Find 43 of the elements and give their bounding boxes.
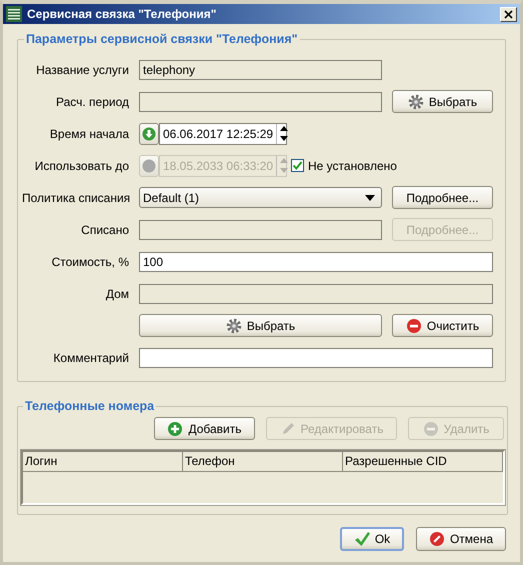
close-button[interactable] bbox=[500, 6, 517, 22]
dialog-button[interactable]: Ok bbox=[340, 527, 404, 551]
toolbar-button[interactable]: Добавить bbox=[154, 417, 255, 440]
check-icon bbox=[354, 531, 370, 547]
group-title: Телефонные номера bbox=[24, 399, 156, 413]
action-button[interactable]: Выбрать bbox=[139, 314, 382, 337]
datetime-field[interactable]: 06.06.2017 12:25:29 bbox=[159, 122, 287, 144]
field-label: Дом bbox=[104, 286, 129, 300]
field-label: Списано bbox=[80, 222, 129, 236]
minus-circle-icon bbox=[406, 318, 422, 334]
dropdown[interactable]: Default (1) bbox=[139, 187, 382, 208]
date-picker-button[interactable] bbox=[139, 122, 159, 144]
text-field[interactable] bbox=[139, 348, 493, 368]
column-header[interactable]: Логин bbox=[23, 452, 183, 472]
dialog-button[interactable]: Отмена bbox=[416, 527, 506, 551]
field-label: Использовать до bbox=[34, 158, 129, 172]
close-icon bbox=[504, 10, 513, 18]
caret-icon bbox=[365, 194, 375, 200]
text-field[interactable]: 100 bbox=[139, 252, 493, 272]
field-label: Стоимость, % bbox=[50, 254, 129, 268]
action-button[interactable]: Выбрать bbox=[392, 90, 493, 113]
minus-circle-icon bbox=[422, 420, 439, 436]
field-label: Комментарий bbox=[52, 350, 129, 364]
field-label: Политика списания bbox=[22, 190, 129, 204]
column-header[interactable]: Разрешенные CID bbox=[343, 452, 503, 472]
column-header[interactable]: Телефон bbox=[183, 452, 343, 472]
text-field[interactable] bbox=[139, 284, 493, 304]
field-label: Расч. период bbox=[54, 94, 129, 108]
text-field[interactable] bbox=[139, 220, 382, 240]
action-button[interactable]: Подробнее... bbox=[392, 186, 493, 209]
window-title: Сервисная связка "Телефония" bbox=[27, 7, 218, 21]
group-title: Параметры сервисной связки "Телефония" bbox=[25, 32, 299, 46]
app-icon bbox=[6, 6, 22, 22]
action-button[interactable]: Очистить bbox=[392, 314, 493, 337]
field-label: Время начала bbox=[48, 126, 129, 140]
cancel-icon bbox=[428, 531, 445, 547]
checkbox-label: Не установлено bbox=[308, 158, 397, 172]
gear-icon bbox=[408, 94, 424, 110]
plus-circle-icon bbox=[167, 420, 184, 436]
text-field[interactable]: telephony bbox=[139, 60, 382, 80]
gear-icon bbox=[226, 318, 242, 334]
text-field[interactable] bbox=[139, 92, 382, 112]
field-label: Название услуги bbox=[35, 62, 129, 76]
